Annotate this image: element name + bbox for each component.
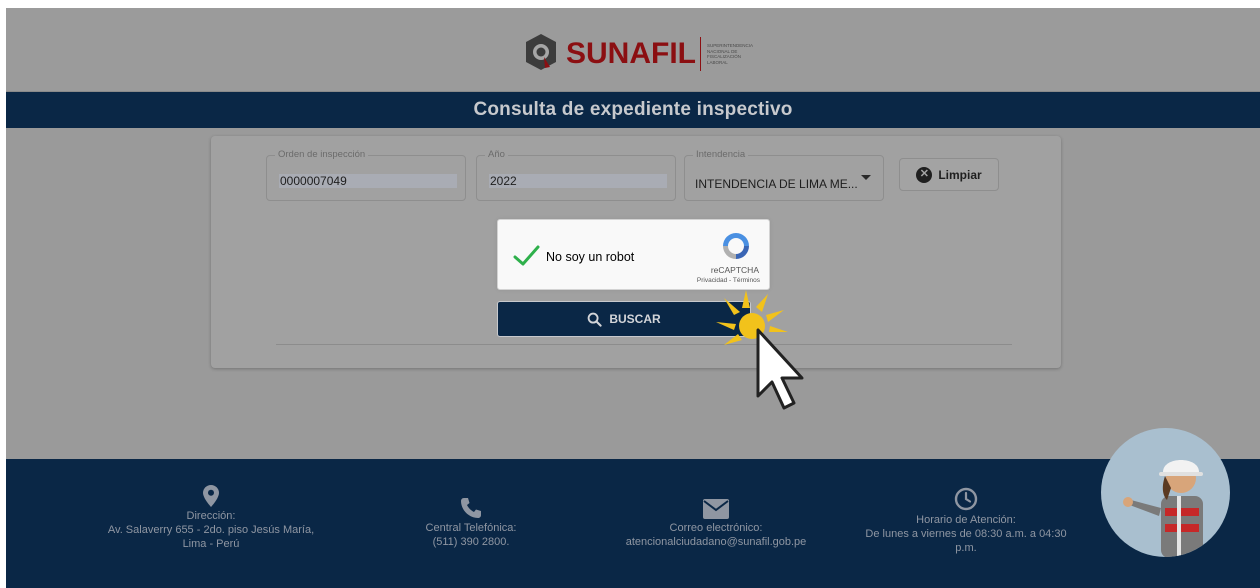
- logo-separator: [700, 37, 701, 71]
- recaptcha-logo-icon: [723, 233, 749, 259]
- clock-icon: [954, 487, 978, 511]
- clear-button[interactable]: ✕ Limpiar: [899, 158, 999, 191]
- assistant-avatar[interactable]: [1101, 428, 1230, 557]
- footer-correo: Correo electrónico: atencionalciudadano@…: [606, 499, 826, 549]
- inspector-character-icon: [1123, 460, 1203, 557]
- horario-line1: De lunes a viernes de 08:30 a.m. a 04:30: [865, 528, 1067, 540]
- correo-line1[interactable]: atencionalciudadano@sunafil.gob.pe: [606, 535, 826, 549]
- card-divider: [276, 344, 1012, 345]
- direccion-line2: Lima - Perú: [182, 538, 240, 550]
- search-button-label: BUSCAR: [609, 312, 661, 326]
- envelope-icon: [703, 499, 729, 519]
- horario-title: Horario de Atención:: [916, 514, 1016, 526]
- anio-field[interactable]: Año 2022: [476, 149, 676, 201]
- orden-inspeccion-label: Orden de inspección: [275, 149, 369, 160]
- search-icon: [587, 312, 602, 327]
- anio-label: Año: [485, 149, 508, 160]
- orden-inspeccion-field[interactable]: Orden de inspección 0000007049: [266, 149, 466, 201]
- logo-emblem-icon: [526, 34, 556, 70]
- clear-button-label: Limpiar: [938, 167, 982, 182]
- sunafil-logo[interactable]: SUNAFIL Superintendencia Nacional de Fis…: [524, 30, 753, 78]
- phone-icon: [461, 498, 481, 518]
- intendencia-label: Intendencia: [693, 149, 749, 160]
- horario-line2: p.m.: [955, 542, 977, 554]
- checkmark-icon[interactable]: [512, 242, 540, 270]
- intendencia-value: INTENDENCIA DE LIMA ME...: [695, 177, 858, 191]
- logo-text: SUNAFIL: [566, 37, 696, 70]
- header: SUNAFIL Superintendencia Nacional de Fis…: [6, 8, 1260, 92]
- x-circle-icon: ✕: [916, 166, 933, 183]
- footer-horario: Horario de Atención: De lunes a viernes …: [846, 487, 1086, 555]
- recaptcha-brand: reCAPTCHA: [710, 265, 759, 275]
- correo-title: Correo electrónico:: [669, 522, 763, 534]
- footer-direccion: Dirección: Av. Salaverry 655 - 2do. piso…: [86, 485, 336, 551]
- recaptcha-label: No soy un robot: [546, 250, 635, 264]
- anio-value[interactable]: 2022: [489, 174, 667, 188]
- map-pin-icon: [203, 485, 219, 507]
- direccion-line1: Av. Salaverry 655 - 2do. piso Jesús Marí…: [107, 524, 315, 536]
- direccion-title: Dirección:: [186, 510, 236, 522]
- intendencia-select[interactable]: Intendencia INTENDENCIA DE LIMA ME...: [684, 149, 884, 201]
- telefono-line1: (511) 390 2800.: [432, 536, 510, 548]
- recaptcha-links[interactable]: Privacidad - Términos: [697, 277, 760, 284]
- page-title: Consulta de expediente inspectivo: [473, 99, 793, 120]
- page-frame: SUNAFIL Superintendencia Nacional de Fis…: [6, 8, 1260, 588]
- telefono-title: Central Telefónica:: [425, 522, 517, 534]
- orden-inspeccion-value[interactable]: 0000007049: [279, 174, 457, 188]
- footer: Dirección: Av. Salaverry 655 - 2do. piso…: [6, 459, 1260, 588]
- recaptcha-widget[interactable]: No soy un robot reCAPTCHA Privacidad - T…: [497, 219, 770, 290]
- footer-telefono: Central Telefónica: (511) 390 2800.: [396, 497, 546, 549]
- title-bar: Consulta de expediente inspectivo: [6, 92, 1260, 128]
- search-button[interactable]: BUSCAR: [497, 301, 751, 337]
- chevron-down-icon[interactable]: [861, 175, 871, 180]
- logo-subtitle: Superintendencia Nacional de Fiscalizaci…: [707, 43, 753, 65]
